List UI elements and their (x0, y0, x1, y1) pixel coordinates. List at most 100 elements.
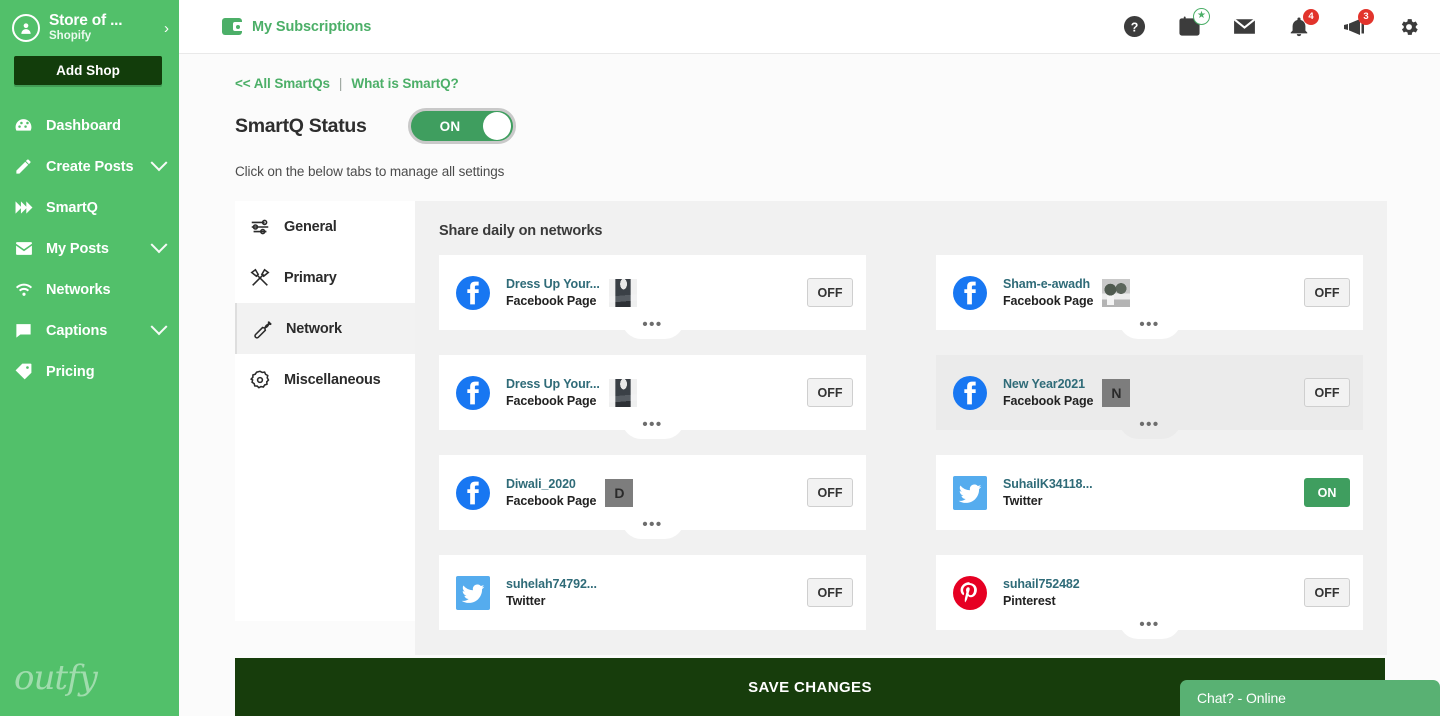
network-account-name[interactable]: Sham-e-awadh (1003, 276, 1093, 293)
network-meta: Diwali_2020 Facebook Page D (506, 476, 634, 510)
chevron-down-icon[interactable] (150, 235, 168, 253)
network-panel: Share daily on networks Dress Up Your...… (415, 201, 1387, 655)
network-account-type: Facebook Page (506, 393, 597, 408)
sidebar-item-smartq[interactable]: SmartQ (0, 187, 179, 228)
gear-icon[interactable] (1395, 12, 1423, 42)
card-expand-button[interactable]: ••• (621, 517, 684, 539)
mail-icon[interactable] (1230, 12, 1258, 42)
sidebar-item-captions[interactable]: Captions (0, 310, 179, 351)
network-status-toggle[interactable]: OFF (807, 578, 853, 607)
sidebar-item-pricing[interactable]: Pricing (0, 351, 179, 392)
card-expand-button[interactable]: ••• (621, 317, 684, 339)
pencil-icon (14, 157, 40, 176)
panel-title: Share daily on networks (439, 223, 603, 239)
smartq-status-toggle[interactable]: ON (407, 108, 516, 144)
tab-primary[interactable]: Primary (235, 252, 415, 303)
network-card: SuhailK34118... Twitter ON (936, 455, 1363, 530)
twitter-icon (953, 475, 987, 510)
network-account-type: Twitter (506, 593, 546, 608)
store-switcher[interactable]: Store of ... Shopify › (0, 0, 179, 50)
network-status-toggle[interactable]: ON (1304, 478, 1350, 507)
smartq-status-row: SmartQ Status ON (179, 91, 1440, 144)
tab-label-network: Network (286, 320, 342, 337)
breadcrumb-separator: | (338, 76, 343, 91)
network-account-name[interactable]: Dress Up Your... (506, 276, 600, 293)
tab-general[interactable]: General (235, 201, 415, 252)
pinterest-icon (953, 575, 987, 610)
network-status-toggle[interactable]: OFF (807, 378, 853, 407)
add-shop-button[interactable]: Add Shop (14, 56, 162, 85)
sidebar-label-networks: Networks (46, 281, 111, 298)
network-status-toggle[interactable]: OFF (1304, 278, 1350, 307)
chevron-down-icon[interactable] (150, 317, 168, 335)
chevron-down-icon[interactable] (150, 153, 168, 171)
network-status-toggle[interactable]: OFF (807, 278, 853, 307)
sidebar-item-dashboard[interactable]: Dashboard (0, 105, 179, 146)
sidebar-item-create-posts[interactable]: Create Posts (0, 146, 179, 187)
wrench-icon (251, 318, 281, 340)
dashboard-icon (14, 116, 40, 135)
what-is-smartq-link[interactable]: What is SmartQ? (351, 76, 458, 91)
ellipsis-icon: ••• (1139, 416, 1160, 433)
network-card: Dress Up Your... Facebook Page OFF ••• (439, 255, 866, 339)
tab-network[interactable]: Network (235, 303, 415, 354)
my-subscriptions-link[interactable]: My Subscriptions (222, 18, 371, 35)
network-text: suhail752482 Pinterest (1003, 576, 1080, 610)
network-text: Dress Up Your... Facebook Page (506, 376, 600, 410)
chat-bubble-icon (14, 321, 40, 340)
network-account-type: Facebook Page (506, 493, 597, 508)
facebook-icon (953, 275, 987, 310)
store-text: Store of ... Shopify (49, 12, 161, 44)
calendar-icon[interactable]: ★ (1175, 7, 1210, 42)
megaphone-icon[interactable]: 3 (1340, 8, 1374, 42)
top-actions: ? ★ 4 3 (1120, 7, 1440, 42)
network-meta: New Year2021 Facebook Page N (1003, 376, 1131, 410)
card-expand-button[interactable]: ••• (621, 417, 684, 439)
store-platform: Shopify (49, 30, 92, 42)
bell-icon[interactable]: 4 (1285, 8, 1319, 42)
help-icon[interactable]: ? (1120, 12, 1148, 42)
network-status-toggle[interactable]: OFF (807, 478, 853, 507)
network-card: suhelah74792... Twitter OFF (439, 555, 866, 630)
network-card-body: suhelah74792... Twitter OFF (439, 555, 866, 630)
sidebar-label-smartq: SmartQ (46, 199, 98, 216)
network-account-name[interactable]: Dress Up Your... (506, 376, 600, 393)
facebook-icon (456, 275, 490, 310)
tab-miscellaneous[interactable]: Miscellaneous (235, 354, 415, 405)
chevron-right-icon[interactable]: › (161, 20, 169, 37)
account-thumbnail (608, 378, 637, 407)
sidebar-label-my-posts: My Posts (46, 240, 109, 257)
network-account-name[interactable]: suhail752482 (1003, 576, 1080, 593)
account-thumbnail: N (1102, 378, 1131, 407)
network-account-name[interactable]: SuhailK34118... (1003, 476, 1093, 493)
ellipsis-icon: ••• (1139, 616, 1160, 633)
twitter-icon (456, 575, 490, 610)
sidebar-item-my-posts[interactable]: My Posts (0, 228, 179, 269)
avatar (12, 14, 40, 42)
network-text: SuhailK34118... Twitter (1003, 476, 1093, 510)
facebook-icon (456, 375, 490, 410)
sidebar-label-captions: Captions (46, 322, 108, 339)
card-expand-button[interactable]: ••• (1118, 616, 1181, 639)
network-account-name[interactable]: suhelah74792... (506, 576, 597, 593)
chat-widget[interactable]: Chat? - Online (1180, 680, 1440, 716)
facebook-icon (953, 275, 987, 310)
sidebar-item-networks[interactable]: Networks (0, 269, 179, 310)
facebook-icon (953, 375, 987, 410)
sidebar-label-dashboard: Dashboard (46, 117, 121, 134)
all-smartqs-link[interactable]: << All SmartQs (235, 76, 330, 91)
sidebar: Store of ... Shopify › Add Shop Dashboar… (0, 0, 179, 716)
card-expand-button[interactable]: ••• (1118, 317, 1181, 339)
network-status-toggle[interactable]: OFF (1304, 378, 1350, 407)
network-column-right: Sham-e-awadh Facebook Page OFF ••• New Year2… (936, 255, 1363, 655)
bell-badge: 4 (1303, 8, 1319, 25)
pinterest-icon (953, 575, 987, 610)
network-account-name[interactable]: Diwali_2020 (506, 476, 596, 493)
settings-tabs: General Primary Network Miscellaneous (235, 201, 415, 621)
network-account-name[interactable]: New Year2021 (1003, 376, 1093, 393)
wifi-icon (14, 280, 40, 299)
card-expand-button[interactable]: ••• (1118, 416, 1181, 439)
envelope-icon (14, 239, 40, 258)
network-status-toggle[interactable]: OFF (1304, 578, 1350, 607)
tab-label-miscellaneous: Miscellaneous (284, 371, 381, 388)
